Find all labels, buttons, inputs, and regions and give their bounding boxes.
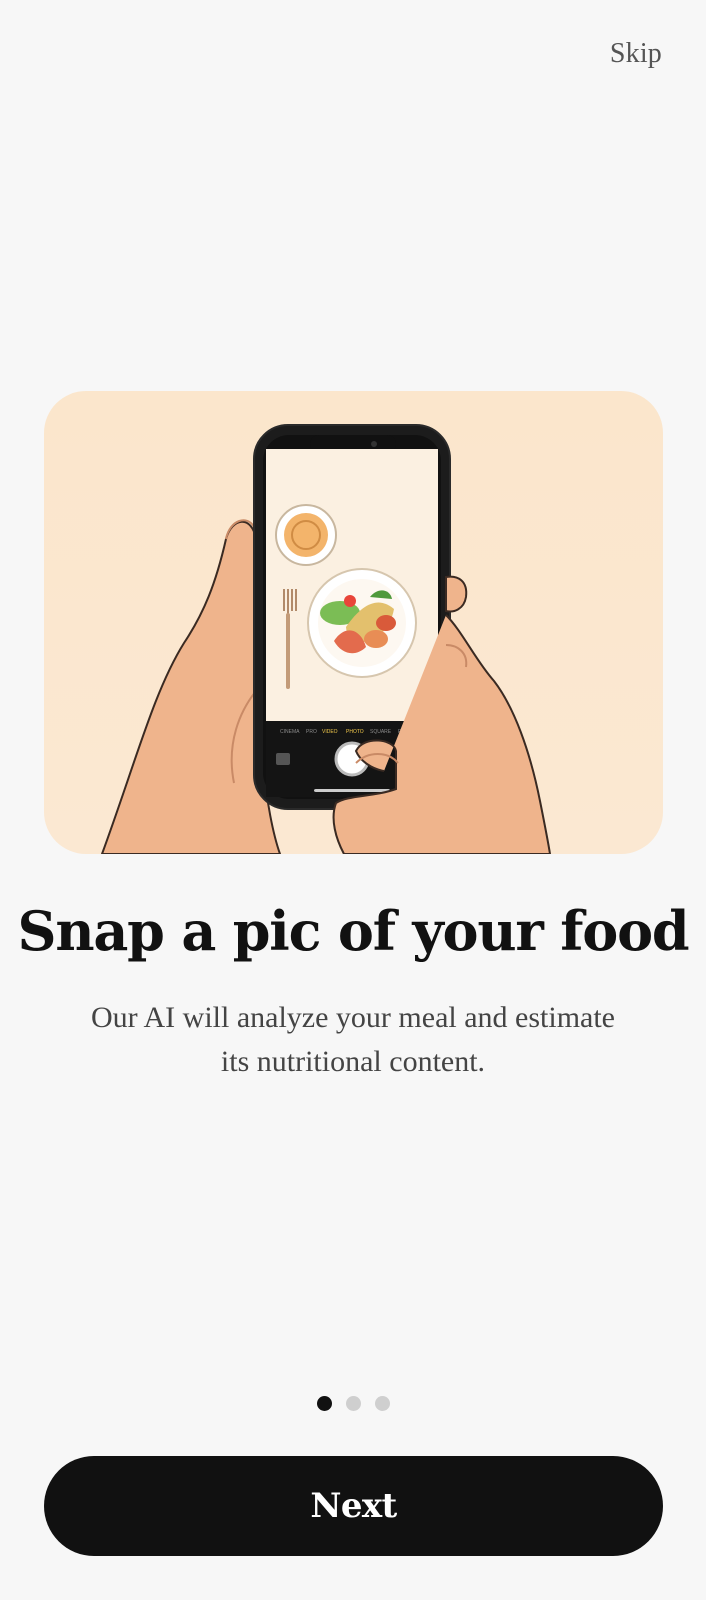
hero-illustration: CINEMA PRO VIDEO PHOTO SQUARE PANO [44, 391, 663, 854]
camera-mode-label: VIDEO [322, 729, 338, 735]
subtitle-line: its nutritional content. [220, 1045, 486, 1078]
pagination-dot-2[interactable] [345, 1396, 361, 1411]
page-subtitle: Our AI will analyze your meal and estima… [60, 996, 646, 1084]
camera-mode-label: CINEMA [280, 729, 300, 735]
camera-mode-label: SQUARE [370, 729, 392, 735]
camera-mode-label: PHOTO [346, 729, 364, 735]
pagination-dot-3[interactable] [374, 1396, 390, 1411]
subtitle-line: Our AI will analyze your meal and estima… [91, 1001, 615, 1034]
next-button[interactable]: Next [44, 1456, 663, 1556]
page-title: Snap a pic of your food [17, 899, 690, 963]
skip-button[interactable]: Skip [610, 38, 662, 70]
pagination-dots [0, 1396, 706, 1411]
camera-mode-label: PRO [306, 729, 317, 735]
pagination-dot-1[interactable] [316, 1396, 332, 1411]
